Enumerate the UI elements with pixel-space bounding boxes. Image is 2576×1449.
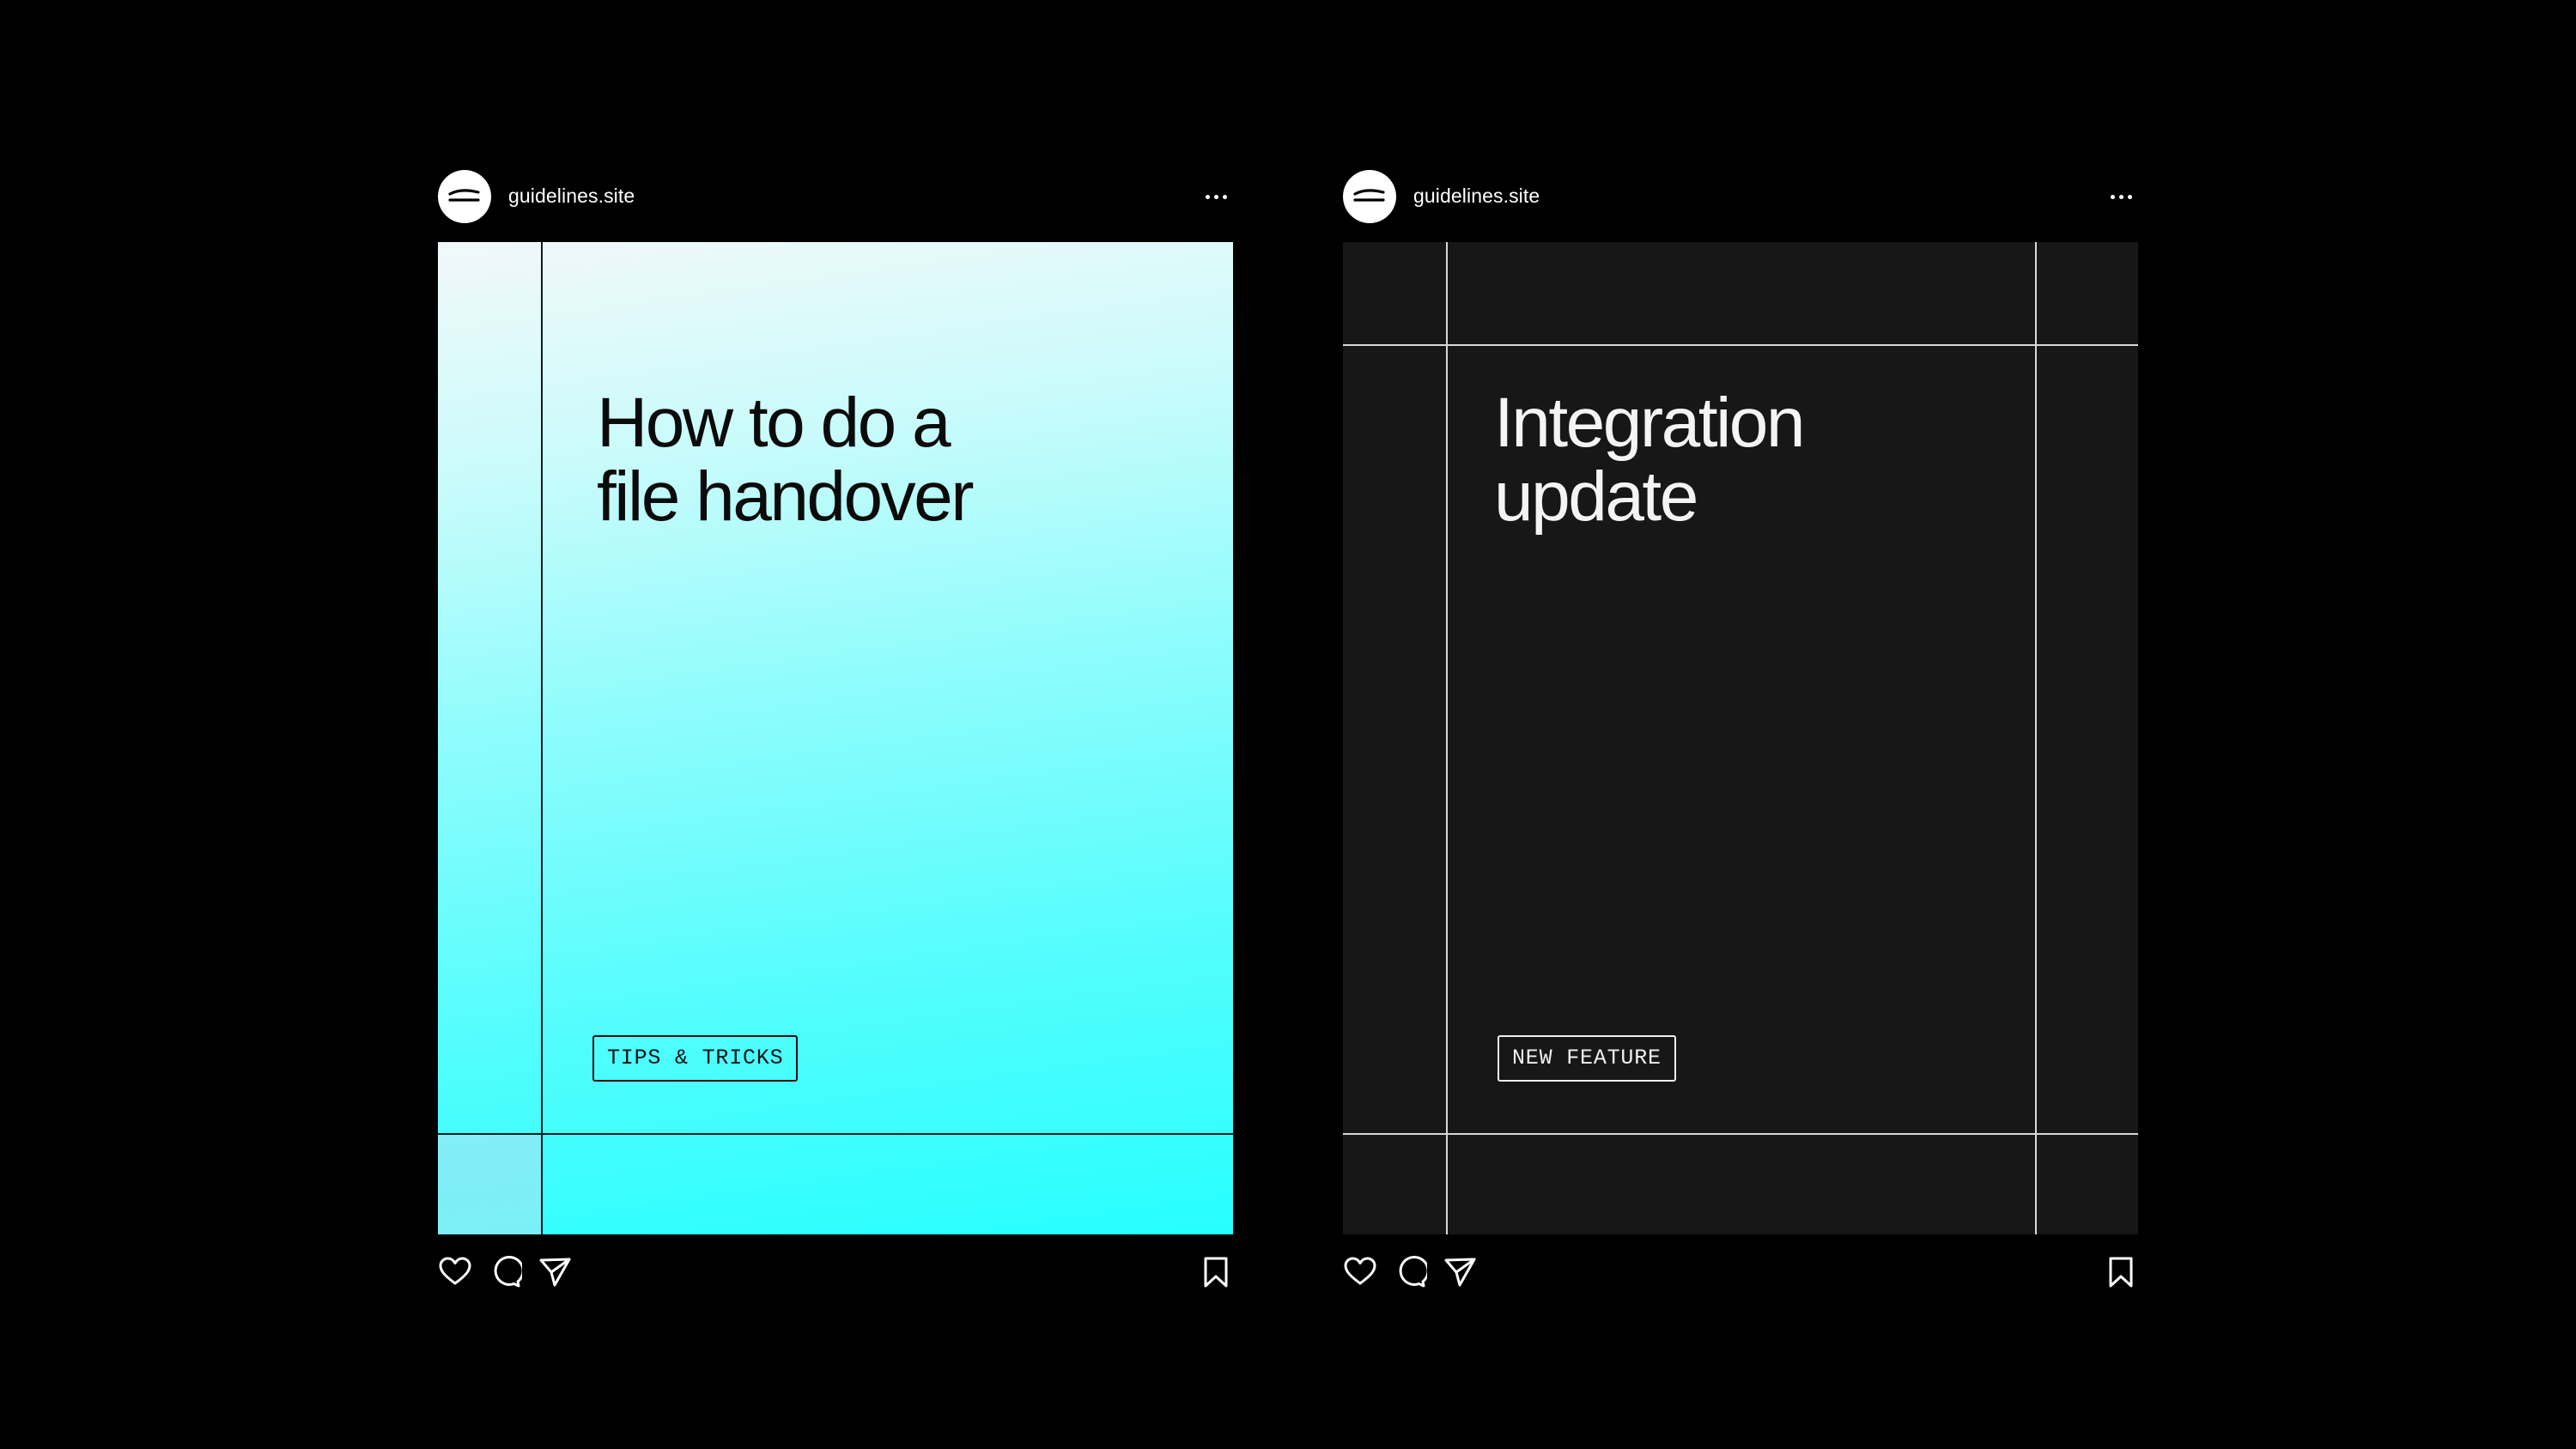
avatar[interactable] (438, 170, 491, 223)
post-card-integration-update: guidelines.site Integration update NEW F… (1343, 170, 2138, 1303)
headline-line: How to do a (597, 384, 951, 462)
comment-bubble-icon (1399, 1255, 1427, 1288)
headline-line: file handover (597, 458, 975, 536)
grid-line-horizontal (438, 1133, 1233, 1135)
category-tag: TIPS & TRICKS (592, 1035, 799, 1082)
post-image[interactable]: Integration update NEW FEATURE (1343, 242, 2138, 1234)
share-button[interactable] (538, 1255, 572, 1289)
save-button[interactable] (1199, 1255, 1233, 1289)
post-header: guidelines.site (438, 170, 1233, 225)
like-button[interactable] (438, 1255, 472, 1289)
grid-line-horizontal (1343, 1133, 2138, 1135)
heart-icon (439, 1257, 471, 1285)
save-button[interactable] (2104, 1255, 2138, 1289)
more-options-icon-dot (2127, 194, 2132, 199)
more-options-button[interactable] (2104, 185, 2138, 208)
grid-line-horizontal (1343, 344, 2138, 346)
more-options-icon (2110, 194, 2115, 199)
logo-icon (1353, 189, 1385, 202)
heart-icon (1344, 1257, 1376, 1285)
avatar[interactable] (1343, 170, 1396, 223)
share-button[interactable] (1443, 1255, 1477, 1289)
paper-plane-icon (1444, 1258, 1476, 1287)
post-headline: Integration update (1494, 386, 1975, 534)
more-options-icon-dot (1222, 194, 1227, 199)
paper-plane-icon (539, 1258, 571, 1287)
corner-tint (438, 1133, 541, 1234)
logo-icon (448, 189, 480, 202)
category-tag: NEW FEATURE (1498, 1035, 1676, 1082)
post-card-file-handover: guidelines.site How to do a file handove… (438, 170, 1233, 1303)
headline-line: Integration (1494, 384, 1806, 462)
post-headline: How to do a file handover (597, 386, 1078, 534)
post-image[interactable]: How to do a file handover TIPS & TRICKS (438, 242, 1233, 1234)
comment-button[interactable] (1393, 1255, 1427, 1289)
action-bar (1343, 1255, 2138, 1293)
account-name[interactable]: guidelines.site (508, 185, 635, 208)
grid-line-vertical (541, 242, 543, 1234)
like-button[interactable] (1343, 1255, 1377, 1289)
page: guidelines.site How to do a file handove… (0, 0, 2576, 1449)
post-header: guidelines.site (1343, 170, 2138, 225)
more-options-icon-dot (2118, 194, 2123, 199)
headline-line: update (1494, 458, 1698, 536)
comment-bubble-icon (494, 1255, 522, 1288)
grid-line-vertical (2035, 242, 2037, 1234)
more-options-button[interactable] (1199, 185, 1233, 208)
more-options-icon-dot (1213, 194, 1218, 199)
account-name[interactable]: guidelines.site (1413, 185, 1540, 208)
more-options-icon (1205, 194, 1210, 199)
comment-button[interactable] (488, 1255, 522, 1289)
action-bar (438, 1255, 1233, 1293)
grid-line-vertical (1446, 242, 1448, 1234)
bookmark-icon (1204, 1257, 1228, 1288)
bookmark-icon (2109, 1257, 2133, 1288)
